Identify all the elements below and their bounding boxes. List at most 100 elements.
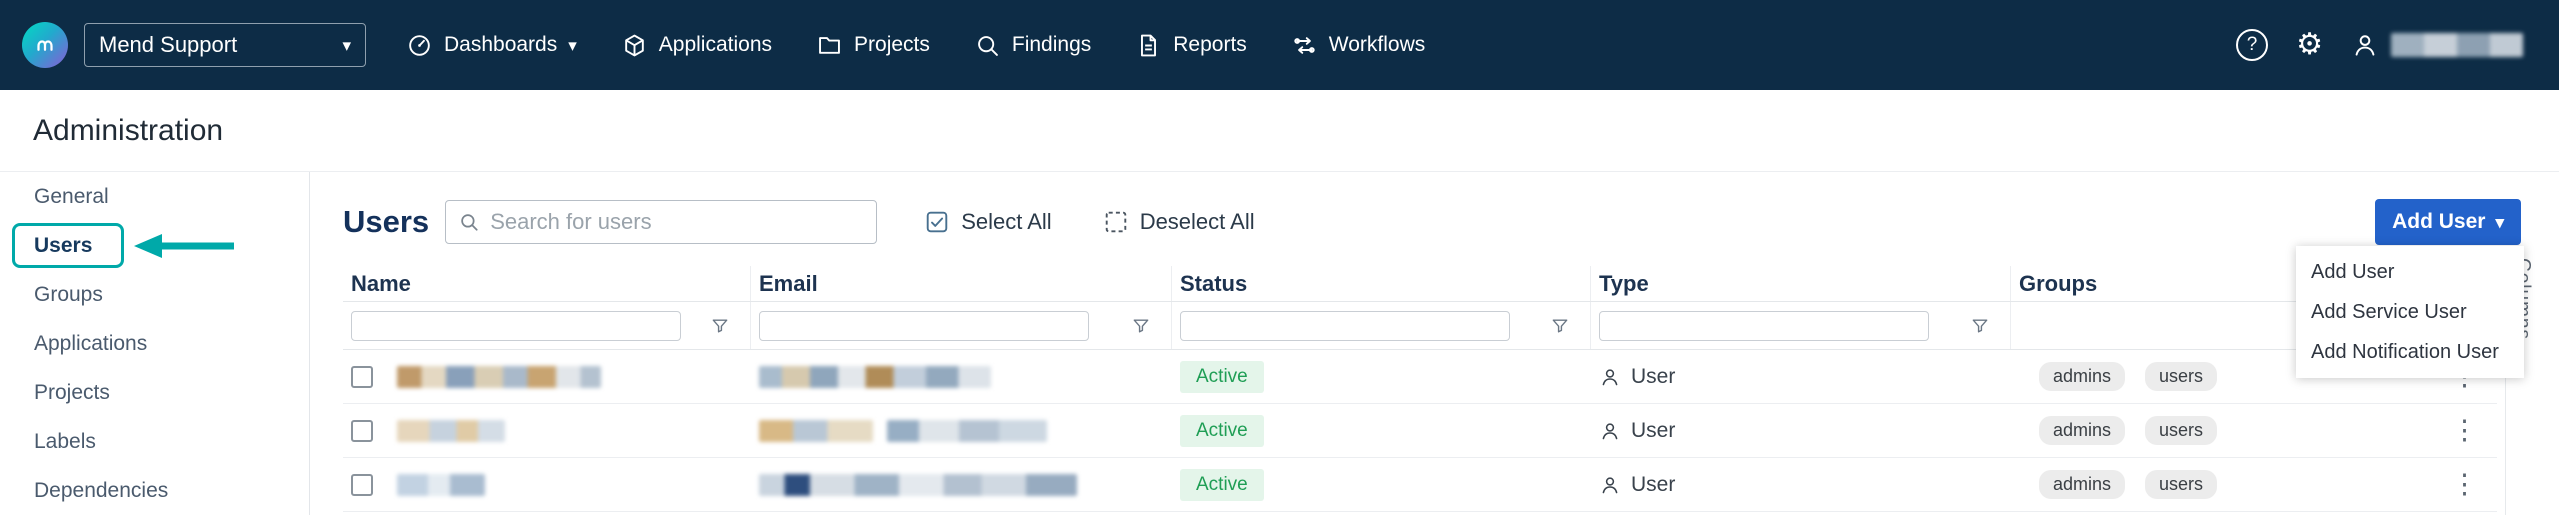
mend-logo[interactable]: [22, 22, 68, 68]
chevron-down-icon: ▾: [2495, 214, 2504, 231]
sidebar-item-projects[interactable]: Projects: [0, 368, 309, 417]
sidebar-item-label: Applications: [34, 332, 147, 356]
row-actions-menu-icon[interactable]: ⋮: [2432, 471, 2497, 498]
applications-cube-icon: [621, 32, 648, 59]
filter-funnel-icon[interactable]: [1970, 316, 1990, 336]
avatar-person-icon: [2351, 31, 2379, 59]
menu-item-add-service-user[interactable]: Add Service User: [2296, 292, 2524, 332]
groups-cell: admins users: [2011, 470, 2432, 499]
menu-item-add-notification-user[interactable]: Add Notification User: [2296, 332, 2524, 372]
sidebar-item-labels[interactable]: Labels: [0, 417, 309, 466]
filter-funnel-icon[interactable]: [1131, 316, 1151, 336]
table-row: Active User admins users ⋮: [343, 458, 2497, 512]
mend-logo-icon: [30, 30, 60, 60]
add-user-dropdown-menu: Add User Add Service User Add Notificati…: [2296, 246, 2524, 378]
table-header-row: Name Email Status Type Groups: [343, 266, 2497, 302]
sidebar-item-groups[interactable]: Groups: [0, 270, 309, 319]
redacted-username: [2391, 33, 2523, 57]
help-glyph: ?: [2247, 34, 2258, 56]
filter-input-status[interactable]: [1180, 311, 1510, 341]
column-header-status[interactable]: Status: [1172, 266, 1591, 301]
email-cell: [751, 366, 1172, 388]
name-cell: [343, 366, 751, 388]
filter-input-type[interactable]: [1599, 311, 1929, 341]
sidebar-item-label: Groups: [34, 283, 103, 307]
row-actions-menu-icon[interactable]: ⋮: [2432, 417, 2497, 444]
status-cell: Active: [1172, 361, 1591, 393]
filter-input-email[interactable]: [759, 311, 1089, 341]
type-cell: User: [1591, 365, 2011, 389]
sidebar-item-users[interactable]: Users: [0, 221, 309, 270]
nav-item-label: Reports: [1173, 33, 1247, 57]
nav-item-applications[interactable]: Applications: [621, 32, 772, 59]
findings-magnifier-icon: [974, 32, 1001, 59]
redacted-email: [759, 420, 873, 442]
nav-item-label: Dashboards: [444, 33, 557, 57]
row-checkbox[interactable]: [351, 420, 373, 442]
name-cell: [343, 474, 751, 496]
filter-funnel-icon[interactable]: [1550, 316, 1570, 336]
nav-item-label: Applications: [659, 33, 772, 57]
sidebar-item-applications[interactable]: Applications: [0, 319, 309, 368]
search-input[interactable]: [490, 209, 864, 235]
nav-item-dashboards[interactable]: Dashboards ▾: [406, 32, 577, 59]
column-header-name[interactable]: Name: [343, 266, 751, 301]
add-user-button-label: Add User: [2392, 210, 2485, 234]
user-search: [445, 200, 877, 244]
status-badge: Active: [1180, 415, 1264, 447]
org-selector[interactable]: Mend Support ▾: [84, 23, 366, 67]
table-row: Active User admins users ⋮: [343, 350, 2497, 404]
column-header-email[interactable]: Email: [751, 266, 1172, 301]
dashed-square-icon: [1104, 210, 1128, 234]
page-title-bar: Administration: [0, 90, 2559, 172]
select-all-control[interactable]: Select All: [925, 209, 1052, 235]
filter-cell-type: [1591, 302, 2011, 349]
group-chip: users: [2145, 416, 2217, 445]
top-navbar: Mend Support ▾ Dashboards ▾ Applications: [0, 0, 2559, 90]
nav-item-label: Findings: [1012, 33, 1091, 57]
column-header-type[interactable]: Type: [1591, 266, 2011, 301]
add-user-button[interactable]: Add User ▾: [2375, 199, 2521, 245]
filter-funnel-icon[interactable]: [710, 316, 730, 336]
deselect-all-control[interactable]: Deselect All: [1104, 209, 1255, 235]
workflows-icon: [1291, 32, 1318, 59]
nav-item-projects[interactable]: Projects: [816, 32, 930, 59]
redacted-email: [887, 420, 1047, 442]
sidebar-item-label: Users: [34, 234, 92, 258]
sidebar-item-general[interactable]: General: [0, 172, 309, 221]
navbar-right: ? ⚙: [2236, 29, 2523, 61]
menu-item-add-user[interactable]: Add User: [2296, 252, 2524, 292]
search-icon: [458, 211, 480, 233]
table-filter-row: [343, 302, 2497, 350]
group-chip: users: [2145, 362, 2217, 391]
row-checkbox[interactable]: [351, 366, 373, 388]
redacted-email: [759, 366, 991, 388]
nav-item-findings[interactable]: Findings: [974, 32, 1091, 59]
group-chip: admins: [2039, 362, 2125, 391]
gear-icon[interactable]: ⚙: [2296, 30, 2323, 60]
group-chip: admins: [2039, 470, 2125, 499]
user-menu[interactable]: [2351, 31, 2523, 59]
row-checkbox[interactable]: [351, 474, 373, 496]
user-person-icon: [1599, 474, 1621, 496]
sidebar-item-label: Dependencies: [34, 479, 168, 503]
users-toolbar: Users Select All: [343, 196, 2559, 248]
annotation-arrow-icon: [130, 231, 242, 261]
help-icon[interactable]: ?: [2236, 29, 2268, 61]
sidebar-item-dependencies[interactable]: Dependencies: [0, 466, 309, 515]
filter-cell-name: [343, 302, 751, 349]
nav-item-reports[interactable]: Reports: [1135, 32, 1247, 59]
type-label: User: [1631, 419, 1675, 443]
table-row: Active User admins users ⋮: [343, 404, 2497, 458]
redacted-name: [397, 366, 601, 388]
type-label: User: [1631, 365, 1675, 389]
filter-input-name[interactable]: [351, 311, 681, 341]
deselect-all-label: Deselect All: [1140, 209, 1255, 235]
user-person-icon: [1599, 366, 1621, 388]
nav-item-workflows[interactable]: Workflows: [1291, 32, 1425, 59]
nav-item-label: Projects: [854, 33, 930, 57]
status-cell: Active: [1172, 415, 1591, 447]
group-chip: users: [2145, 470, 2217, 499]
chevron-down-icon: ▾: [568, 37, 577, 54]
users-heading: Users: [343, 204, 429, 240]
